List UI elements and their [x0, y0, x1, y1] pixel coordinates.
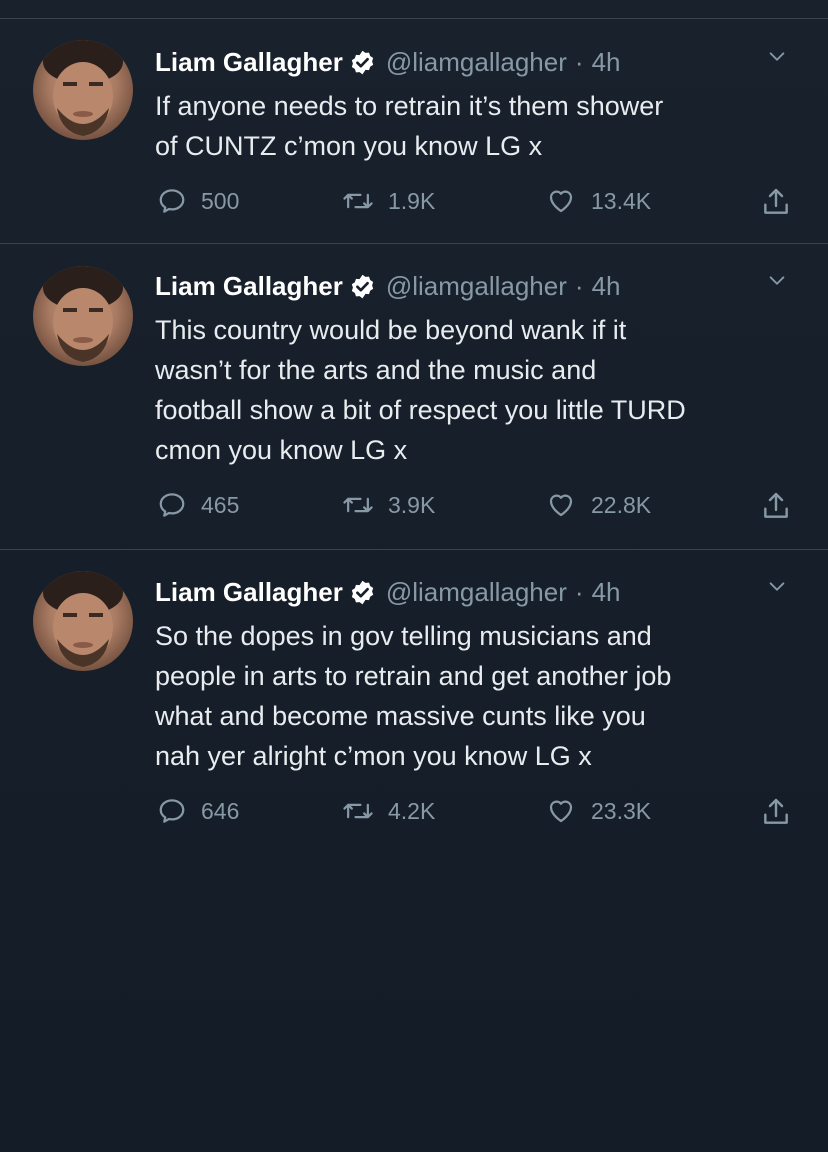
retweet-button[interactable]: 1.9K [342, 186, 435, 216]
share-button[interactable] [760, 490, 806, 522]
retweet-icon [343, 497, 373, 513]
share-icon [764, 798, 788, 824]
retweet-count: 4.2K [388, 797, 436, 824]
reply-icon [159, 493, 185, 517]
divider [0, 243, 828, 244]
tweet-time[interactable]: 4h [592, 47, 621, 78]
tweet-actions: 500 1.9K 13.4K [155, 186, 805, 226]
share-icon [764, 188, 788, 214]
retweet-button[interactable]: 3.9K [342, 490, 435, 520]
like-button[interactable]: 22.8K [545, 490, 651, 520]
author-name[interactable]: Liam Gallagher [155, 577, 343, 608]
tweet-text-line: If anyone needs to retrain it’s them sho… [155, 91, 664, 121]
reply-button[interactable]: 646 [157, 796, 239, 826]
tweet-text-line: of CUNTZ c’mon you know LG x [155, 131, 543, 161]
tweet-actions: 646 4.2K 23.3K [155, 796, 805, 836]
heart-icon [549, 494, 573, 517]
retweet-icon [343, 193, 373, 209]
tweet-text-line: nah yer alright c’mon you know LG x [155, 741, 592, 771]
avatar[interactable] [33, 40, 133, 140]
tweet-text-line: So the dopes in gov telling musicians an… [155, 621, 652, 651]
reply-count: 465 [201, 491, 240, 518]
avatar[interactable] [33, 266, 133, 366]
tweet-feed: Liam Gallagher @liamgallagher · 4h If an… [0, 0, 828, 1152]
tweet-time[interactable]: 4h [592, 271, 621, 302]
separator-dot: · [574, 46, 584, 77]
separator-dot: · [574, 576, 584, 607]
tweet-header: Liam Gallagher @liamgallagher · 4h [155, 268, 620, 304]
like-count: 23.3K [591, 797, 652, 824]
reply-icon [159, 799, 185, 823]
author-handle[interactable]: @liamgallagher [386, 577, 567, 608]
share-button[interactable] [760, 796, 806, 828]
reply-icon [159, 189, 185, 213]
retweet-button[interactable]: 4.2K [342, 796, 435, 826]
separator-dot: · [574, 270, 584, 301]
retweet-count: 3.9K [388, 491, 436, 518]
tweet-text-line: This country would be beyond wank if it [155, 315, 627, 345]
chevron-down-icon[interactable] [766, 270, 788, 292]
like-button[interactable]: 23.3K [545, 796, 651, 826]
reply-count: 500 [201, 187, 240, 214]
retweet-count: 1.9K [388, 187, 436, 214]
tweet-header: Liam Gallagher @liamgallagher · 4h [155, 44, 620, 80]
tweet-text-line: wasn’t for the arts and the music and [155, 355, 597, 385]
reply-button[interactable]: 465 [157, 490, 239, 520]
author-handle[interactable]: @liamgallagher [386, 47, 567, 78]
tweet-text-line: what and become massive cunts like you [155, 701, 646, 731]
divider [0, 18, 828, 19]
reply-count: 646 [201, 797, 240, 824]
tweet-time[interactable]: 4h [592, 577, 621, 608]
like-count: 13.4K [591, 187, 652, 214]
like-count: 22.8K [591, 491, 652, 518]
author-name[interactable]: Liam Gallagher [155, 47, 343, 78]
retweet-icon [343, 803, 373, 819]
tweet-actions: 465 3.9K 22.8K [155, 490, 805, 530]
tweet-text: So the dopes in gov telling musicians an… [155, 616, 805, 776]
share-button[interactable] [760, 186, 806, 218]
divider [0, 549, 828, 550]
author-name[interactable]: Liam Gallagher [155, 271, 343, 302]
tweet-text: If anyone needs to retrain it’s them sho… [155, 86, 805, 166]
author-handle[interactable]: @liamgallagher [386, 271, 567, 302]
tweet-text-line: people in arts to retrain and get anothe… [155, 661, 672, 691]
tweet-header: Liam Gallagher @liamgallagher · 4h [155, 574, 620, 610]
tweet-text: This country would be beyond wank if it … [155, 310, 805, 470]
tweet-text-line: cmon you know LG x [155, 435, 408, 465]
verified-badge-icon [351, 50, 374, 74]
verified-badge-icon [351, 274, 374, 298]
share-icon [764, 492, 788, 518]
heart-icon [549, 800, 573, 823]
verified-badge-icon [351, 580, 374, 604]
tweet-text-line: football show a bit of respect you littl… [155, 395, 686, 425]
like-button[interactable]: 13.4K [545, 186, 651, 216]
reply-button[interactable]: 500 [157, 186, 239, 216]
heart-icon [549, 190, 573, 213]
chevron-down-icon[interactable] [766, 46, 788, 68]
avatar[interactable] [33, 571, 133, 671]
chevron-down-icon[interactable] [766, 576, 788, 598]
